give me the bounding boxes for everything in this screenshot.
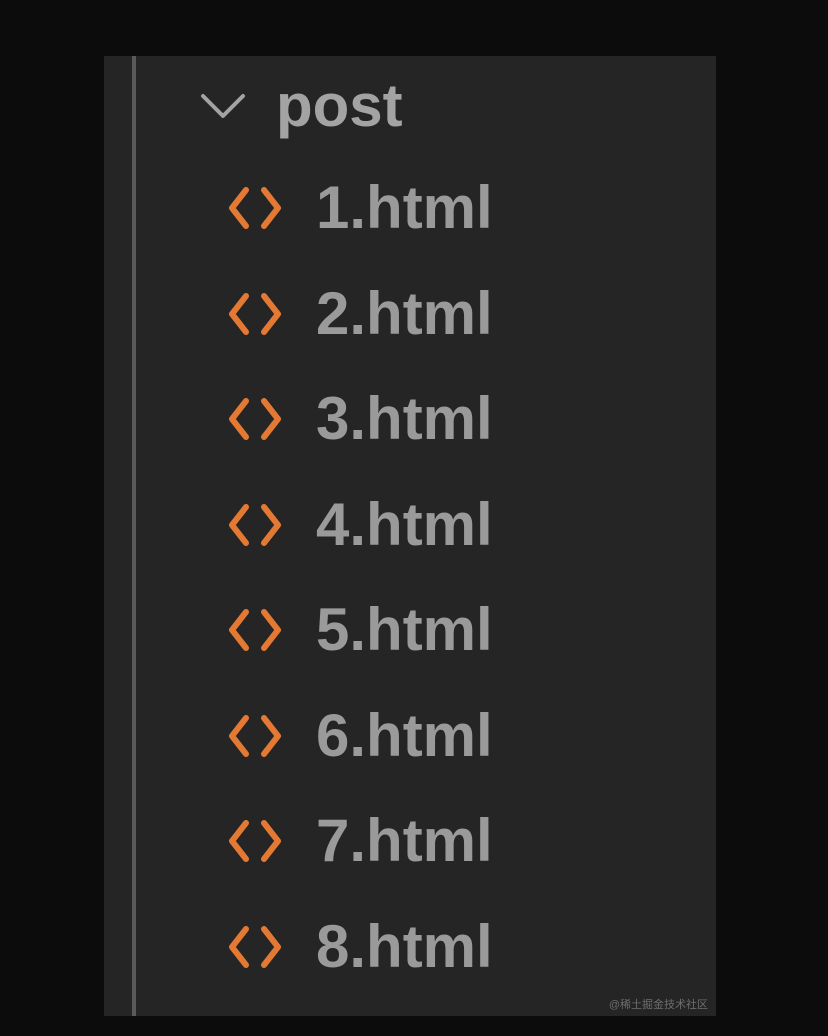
file-label: 5.html — [316, 596, 493, 663]
file-label: 3.html — [316, 385, 493, 452]
html-code-icon — [229, 398, 281, 440]
file-label: 7.html — [316, 807, 493, 874]
file-label: 4.html — [316, 490, 493, 558]
file-label: 8.html — [316, 912, 493, 980]
file-item[interactable]: 3.html — [104, 367, 716, 473]
html-code-icon — [229, 292, 281, 335]
file-item[interactable]: 7.html — [104, 789, 716, 895]
file-item[interactable]: 8.html — [104, 895, 716, 1001]
file-item[interactable]: 5.html — [104, 578, 716, 684]
file-item[interactable]: 6.html — [104, 684, 716, 790]
html-code-icon — [229, 925, 281, 968]
watermark: @稀土掘金技术社区 — [608, 999, 708, 1011]
html-code-icon — [229, 714, 281, 757]
html-code-icon — [229, 187, 281, 229]
file-label: 1.html — [316, 174, 493, 241]
file-item[interactable]: 4.html — [104, 473, 716, 579]
file-list: 1.html 2.html 3.html 4.html 5.html 6.htm… — [104, 156, 716, 1000]
html-code-icon — [229, 609, 281, 651]
chevron-down-icon[interactable] — [200, 82, 246, 128]
file-item[interactable]: 2.html — [104, 262, 716, 368]
file-label: 2.html — [316, 279, 493, 347]
file-explorer-panel: post 1.html 2.html 3.html 4.html 5.html … — [104, 56, 716, 1016]
folder-row-post[interactable]: post — [104, 56, 716, 156]
html-code-icon — [229, 820, 281, 862]
file-item[interactable]: 1.html — [104, 156, 716, 262]
file-label: 6.html — [316, 701, 493, 769]
folder-label: post — [276, 72, 403, 139]
html-code-icon — [229, 503, 281, 546]
